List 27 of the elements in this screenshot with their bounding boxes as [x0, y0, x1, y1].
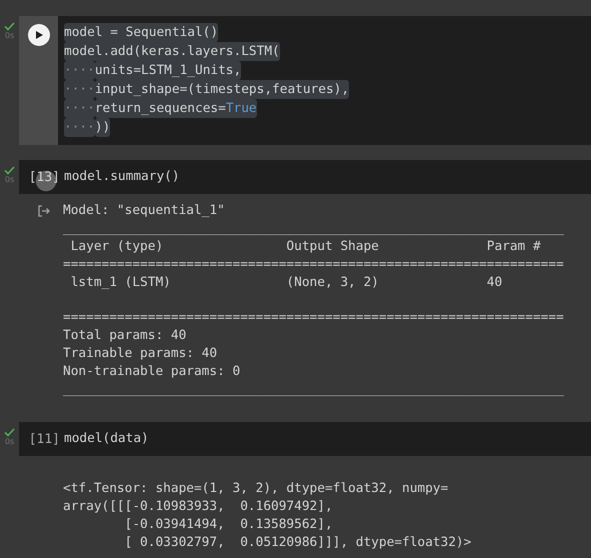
output-line: <tf.Tensor: shape=(1, 3, 2), dtype=float32, numpy= [63, 480, 450, 498]
run-time: 0s [4, 437, 14, 446]
output-line: ================================================================= [63, 256, 564, 274]
output-line: [-0.03941494, 0.13589562], [124, 516, 334, 534]
run-button[interactable] [28, 24, 50, 46]
output-line: Trainable params: 40 [63, 345, 218, 363]
code-line: ····return_sequences=True [64, 99, 258, 118]
output-line: Non-trainable params: 0 [63, 363, 242, 381]
code-line: model(data) [64, 430, 150, 448]
output-line: Model: "sequential_1" [63, 202, 226, 220]
output-line: ================================================================= [63, 309, 564, 327]
output-line: lstm_1 (LSTM) (None, 3, 2) 40 [70, 274, 504, 292]
output-line: Layer (type) Output Shape Param # [70, 238, 542, 256]
code-line: ····input_shape=(timesteps,features), [64, 80, 350, 99]
code-line: model.summary() [64, 168, 181, 186]
output-line: [ 0.03302797, 0.05120986]]], dtype=float32)> [124, 534, 472, 552]
code-line: ····units=LSTM_1_Units, [64, 61, 242, 80]
play-icon [34, 30, 44, 40]
output-icon[interactable] [37, 204, 51, 218]
output-line: _________________________________________________________________ [63, 220, 564, 238]
run-time: 0s [4, 31, 14, 40]
output-line: array([[[-0.10983933, 0.16097492], [63, 498, 334, 516]
output-line: Total params: 40 [63, 327, 188, 345]
output-line: _________________________________________________________________ [63, 381, 564, 399]
run-time: 0s [4, 175, 14, 184]
execution-count: [11] [28, 431, 60, 449]
code-line: ····)) [64, 118, 112, 137]
